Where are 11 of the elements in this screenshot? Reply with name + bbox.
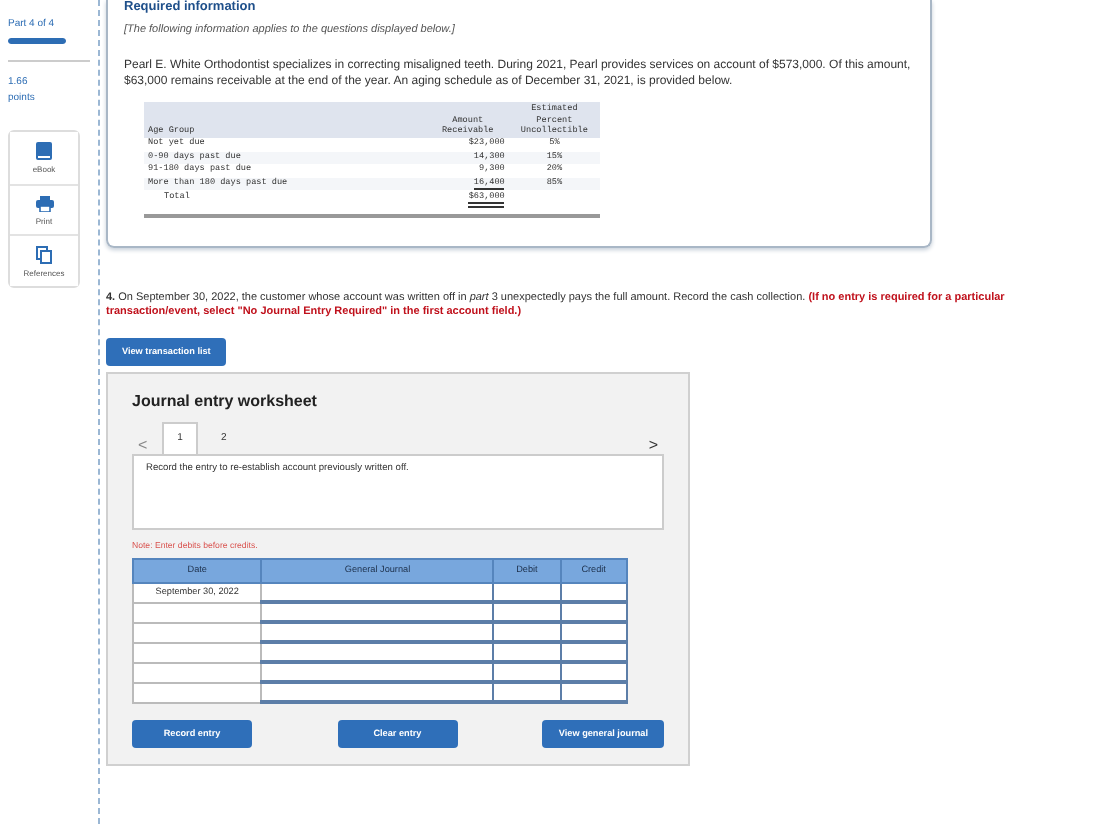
date-cell bbox=[133, 662, 262, 683]
progress-bar bbox=[8, 38, 66, 45]
date-cell bbox=[133, 622, 262, 643]
date-cell bbox=[133, 642, 262, 663]
next-button[interactable]: > bbox=[642, 437, 664, 454]
book-icon bbox=[36, 142, 52, 161]
worksheet-title: Journal entry worksheet bbox=[132, 391, 317, 414]
documents-icon bbox=[36, 246, 52, 265]
date-cell bbox=[133, 682, 262, 703]
date-cell bbox=[133, 602, 262, 623]
print-icon bbox=[35, 195, 53, 212]
